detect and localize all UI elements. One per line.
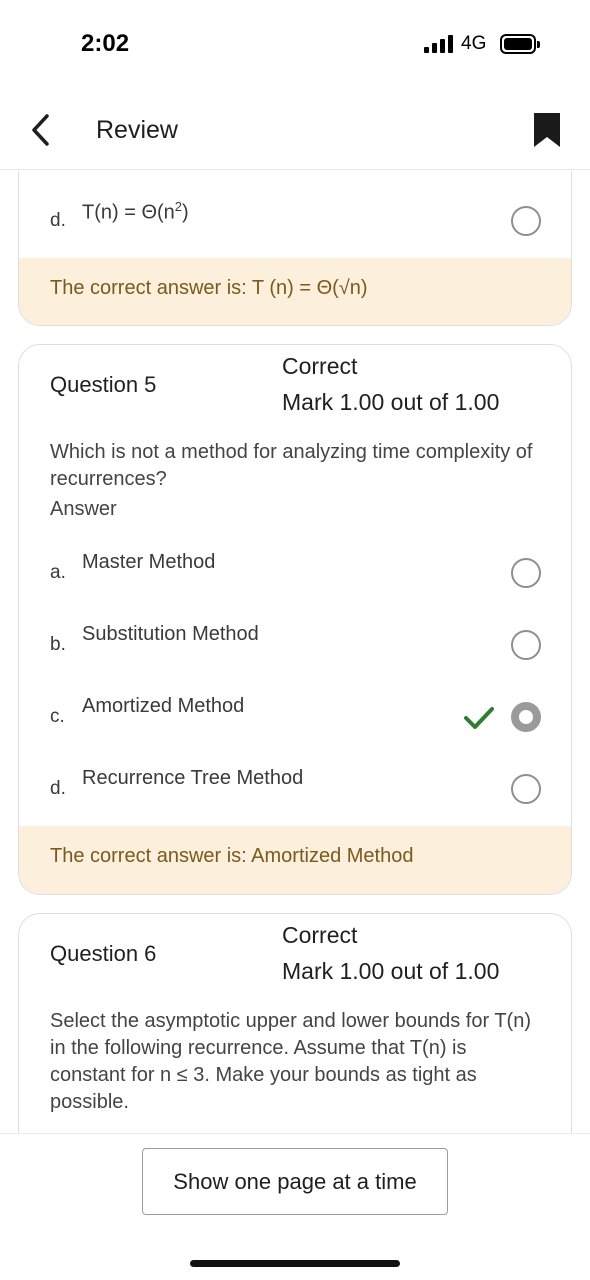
option-letter: a. [50,562,66,583]
bookmark-button[interactable] [532,110,562,150]
question-title: Question 5 [50,372,157,397]
status-time: 2:02 [81,30,130,57]
question-card-4: d. T(n) = Θ(n2) The correct answer is: T… [18,171,572,326]
option-text: Recurrence Tree Method [82,767,304,789]
radio-button[interactable] [511,558,541,588]
home-indicator[interactable] [190,1260,400,1267]
network-type: 4G [461,33,487,54]
radio-button[interactable] [511,206,541,236]
question-text: Select the asymptotic upper and lower bo… [50,1010,531,1113]
option-d[interactable]: d. T(n) = Θ(n2) [19,192,571,252]
option-letter: b. [50,634,66,655]
question-title: Question 6 [50,941,157,966]
option-letter: d. [50,778,66,799]
radio-button[interactable] [511,630,541,660]
question-status: Correct [282,922,358,948]
radio-button[interactable] [511,774,541,804]
correct-answer-feedback: The correct answer is: T (n) = Θ(√n) [19,258,571,325]
option-text: Amortized Method [82,695,245,717]
question-mark: Mark 1.00 out of 1.00 [282,958,500,984]
show-one-page-button[interactable]: Show one page at a time [142,1148,448,1215]
answer-label: Answer [50,498,117,520]
question-text: Which is not a method for analyzing time… [50,441,533,490]
correct-answer-feedback: The correct answer is: Amortized Method [19,826,571,894]
signal-strength-icon [424,35,454,53]
battery-icon [500,34,540,54]
option-text: Master Method [82,551,216,573]
bookmark-icon [534,113,560,147]
status-bar: 2:02 4G [0,0,590,90]
option-text: T(n) = Θ(n2) [82,199,189,224]
option-letter: d. [50,210,66,231]
question-card-6: Question 6 Correct Mark 1.00 out of 1.00… [18,913,572,1133]
radio-button-selected[interactable] [511,702,541,732]
question-mark: Mark 1.00 out of 1.00 [282,389,500,415]
option-b[interactable]: b. Substitution Method [19,616,571,676]
chevron-left-icon [32,114,49,146]
question-card-5: Question 5 Correct Mark 1.00 out of 1.00… [18,344,572,895]
option-letter: c. [50,706,65,727]
question-status: Correct [282,353,358,379]
nav-bar: Review [0,90,590,170]
page-title: Review [96,116,178,144]
checkmark-icon [464,707,494,729]
option-text: Substitution Method [82,623,259,645]
option-a[interactable]: a. Master Method [19,544,571,604]
review-content[interactable]: d. T(n) = Θ(n2) The correct answer is: T… [0,171,590,1133]
option-d[interactable]: d. Recurrence Tree Method [19,760,571,820]
option-c[interactable]: c. Amortized Method [19,688,571,748]
footer: Show one page at a time [0,1133,590,1280]
back-button[interactable] [26,110,56,150]
